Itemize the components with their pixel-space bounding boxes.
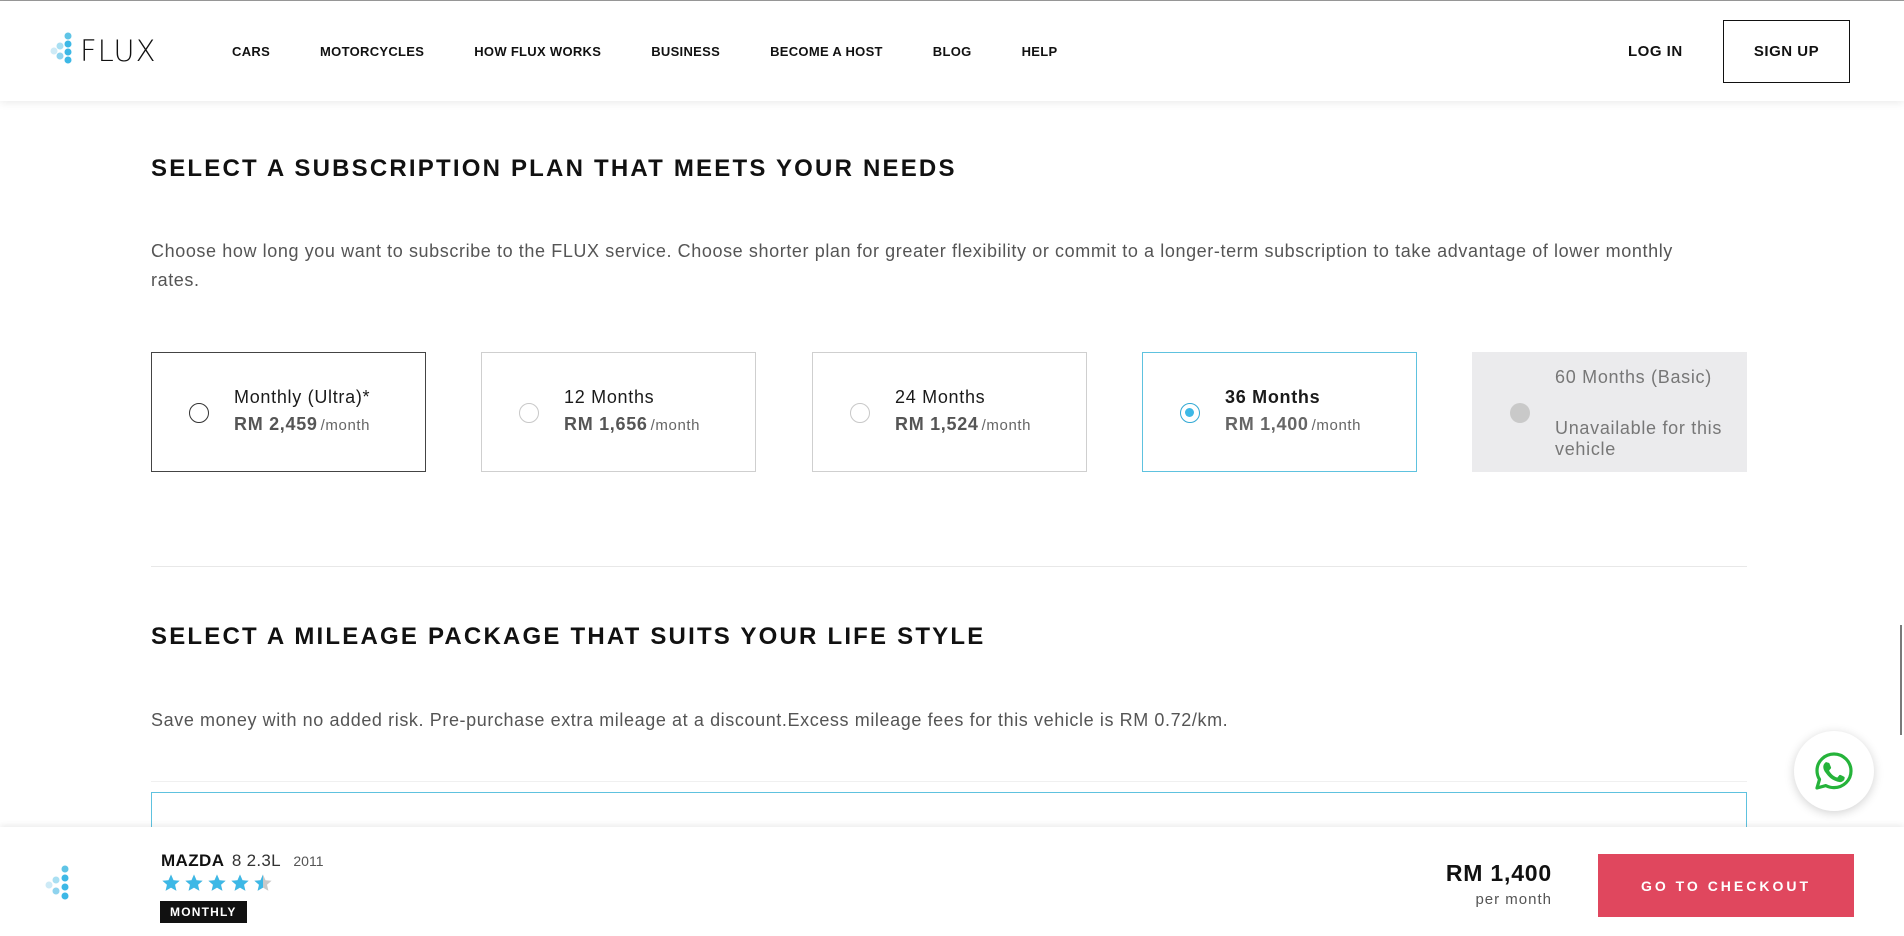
plan-name: 12 Months (564, 387, 655, 407)
plan-option-60-months: 60 Months (Basic) Unavailable for this v… (1472, 352, 1747, 472)
plan-price: RM 1,524/month (895, 414, 1031, 435)
car-year: 2011 (293, 853, 324, 869)
whatsapp-icon (1815, 752, 1853, 790)
page: FLUX CARS MOTORCYCLES HOW FLUX WORKS BUS… (0, 0, 1904, 936)
checkout-bar: MAZDA 8 2.3L 2011 MONTHLY RM 1,400 per m… (0, 827, 1904, 936)
checkout-button[interactable]: GO TO CHECKOUT (1598, 854, 1854, 917)
main-nav: CARS MOTORCYCLES HOW FLUX WORKS BUSINESS… (232, 1, 1107, 101)
plan-option-36-months[interactable]: 36 Months RM 1,400/month (1142, 352, 1417, 472)
signup-button[interactable]: SIGN UP (1723, 20, 1850, 83)
car-title: MAZDA 8 2.3L 2011 (161, 851, 323, 871)
plan-option-monthly[interactable]: Monthly (Ultra)* RM 2,459/month (151, 352, 426, 472)
whatsapp-button[interactable] (1794, 731, 1874, 811)
rating-stars (161, 873, 276, 893)
star-full-icon (208, 874, 226, 891)
flux-logo-icon (45, 865, 69, 900)
nav-cars[interactable]: CARS (232, 44, 270, 59)
nav-motorcycles[interactable]: MOTORCYCLES (320, 44, 424, 59)
mileage-title: SELECT A MILEAGE PACKAGE THAT SUITS YOUR… (151, 623, 986, 650)
star-full-icon (162, 874, 180, 891)
subscription-description: Choose how long you want to subscribe to… (151, 241, 1673, 290)
plan-unavailable-note: Unavailable for this vehicle (1555, 418, 1723, 459)
login-link[interactable]: LOG IN (1628, 43, 1683, 60)
plan-name: Monthly (Ultra)* (234, 387, 371, 407)
plan-price-unit: /month (320, 417, 371, 434)
star-full-icon (231, 874, 249, 891)
mileage-divider (151, 781, 1747, 782)
flux-logo-icon (50, 32, 72, 64)
car-model: 8 2.3L (231, 851, 281, 870)
plan-option-24-months[interactable]: 24 Months RM 1,524/month (812, 352, 1087, 472)
nav-help[interactable]: HELP (1022, 44, 1058, 59)
star-full-icon (185, 874, 203, 891)
plan-option-12-months[interactable]: 12 Months RM 1,656/month (481, 352, 756, 472)
nav-how-flux-works[interactable]: HOW FLUX WORKS (474, 44, 601, 59)
plan-price-amount: RM 2,459 (234, 414, 318, 434)
car-make: MAZDA (161, 851, 225, 870)
plan-name: 24 Months (895, 387, 986, 407)
nav-become-a-host[interactable]: BECOME A HOST (770, 44, 883, 59)
plan-price-unit: /month (1311, 417, 1362, 434)
scrollbar-thumb[interactable] (1900, 625, 1902, 735)
plan-price-amount: RM 1,656 (564, 414, 648, 434)
plan-price-amount: RM 1,524 (895, 414, 979, 434)
plan-radio-disabled (1510, 403, 1530, 423)
section-divider (151, 566, 1747, 567)
nav-business[interactable]: BUSINESS (651, 44, 720, 59)
plan-price: RM 2,459/month (234, 414, 370, 435)
plan-name: 36 Months (1225, 387, 1321, 407)
summary-price: RM 1,400 (1445, 860, 1552, 886)
site-header: FLUX CARS MOTORCYCLES HOW FLUX WORKS BUS… (0, 1, 1904, 101)
plan-radio-selected[interactable] (1180, 403, 1200, 423)
plan-price: RM 1,400/month (1225, 414, 1361, 435)
subscription-title: SELECT A SUBSCRIPTION PLAN THAT MEETS YO… (151, 155, 957, 182)
logo-link[interactable]: FLUX (48, 31, 157, 71)
logo-text: FLUX (80, 34, 157, 68)
mileage-description: Save money with no added risk. Pre-purch… (151, 710, 1229, 730)
plan-name: 60 Months (Basic) (1555, 367, 1712, 387)
plan-radio[interactable] (850, 403, 870, 423)
plan-price-unit: /month (650, 417, 701, 434)
plan-price: RM 1,656/month (564, 414, 700, 435)
plan-options: Monthly (Ultra)* RM 2,459/month 12 Month… (151, 352, 1747, 472)
plan-badge: MONTHLY (160, 901, 247, 923)
plan-radio[interactable] (519, 403, 539, 423)
summary-price-unit: per month (1475, 891, 1552, 908)
nav-blog[interactable]: BLOG (933, 44, 972, 59)
star-half-icon (254, 874, 272, 891)
plan-price-unit: /month (981, 417, 1032, 434)
plan-radio[interactable] (189, 403, 209, 423)
plan-price-amount: RM 1,400 (1225, 414, 1309, 434)
